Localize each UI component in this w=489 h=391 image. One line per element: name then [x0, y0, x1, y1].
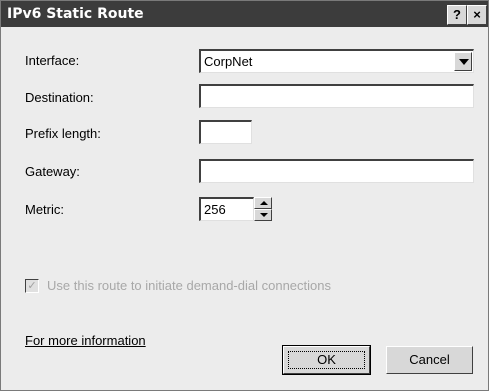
title-bar[interactable]: IPv6 Static Route ? × [1, 1, 488, 27]
help-button[interactable]: ? [447, 5, 467, 25]
demand-dial-checkbox[interactable]: ✓ [25, 279, 39, 293]
demand-dial-label: Use this route to initiate demand-dial c… [47, 278, 331, 293]
metric-stepper[interactable] [254, 197, 272, 221]
destination-label: Destination: [25, 90, 94, 105]
focus-rect [288, 351, 365, 369]
interface-select[interactable]: CorpNet [199, 49, 474, 73]
metric-up-button[interactable] [254, 197, 272, 209]
metric-input[interactable]: 256 [199, 197, 254, 221]
checkmark-icon: ✓ [27, 280, 37, 292]
metric-down-button[interactable] [254, 209, 272, 221]
interface-dropdown-button[interactable] [454, 52, 472, 71]
help-icon: ? [453, 7, 461, 22]
metric-label: Metric: [25, 202, 64, 217]
more-info-link[interactable]: For more information [25, 333, 146, 348]
prefix-length-label: Prefix length: [25, 126, 101, 141]
interface-label: Interface: [25, 53, 80, 68]
gateway-label: Gateway: [25, 164, 80, 179]
close-icon: × [473, 7, 481, 22]
ok-button[interactable]: OK [282, 345, 371, 375]
arrow-up-icon [260, 201, 268, 205]
ipv6-static-route-dialog: IPv6 Static Route ? × Interface: CorpNet… [0, 0, 489, 391]
window-title: IPv6 Static Route [7, 6, 144, 22]
chevron-down-icon [459, 59, 469, 65]
arrow-down-icon [260, 213, 268, 217]
gateway-input[interactable] [199, 159, 474, 183]
interface-select-value: CorpNet [204, 54, 253, 69]
destination-input[interactable] [199, 84, 474, 108]
prefix-length-input[interactable] [199, 120, 252, 144]
close-button[interactable]: × [467, 5, 487, 25]
cancel-button[interactable]: Cancel [386, 346, 473, 374]
cancel-label: Cancel [409, 352, 450, 367]
